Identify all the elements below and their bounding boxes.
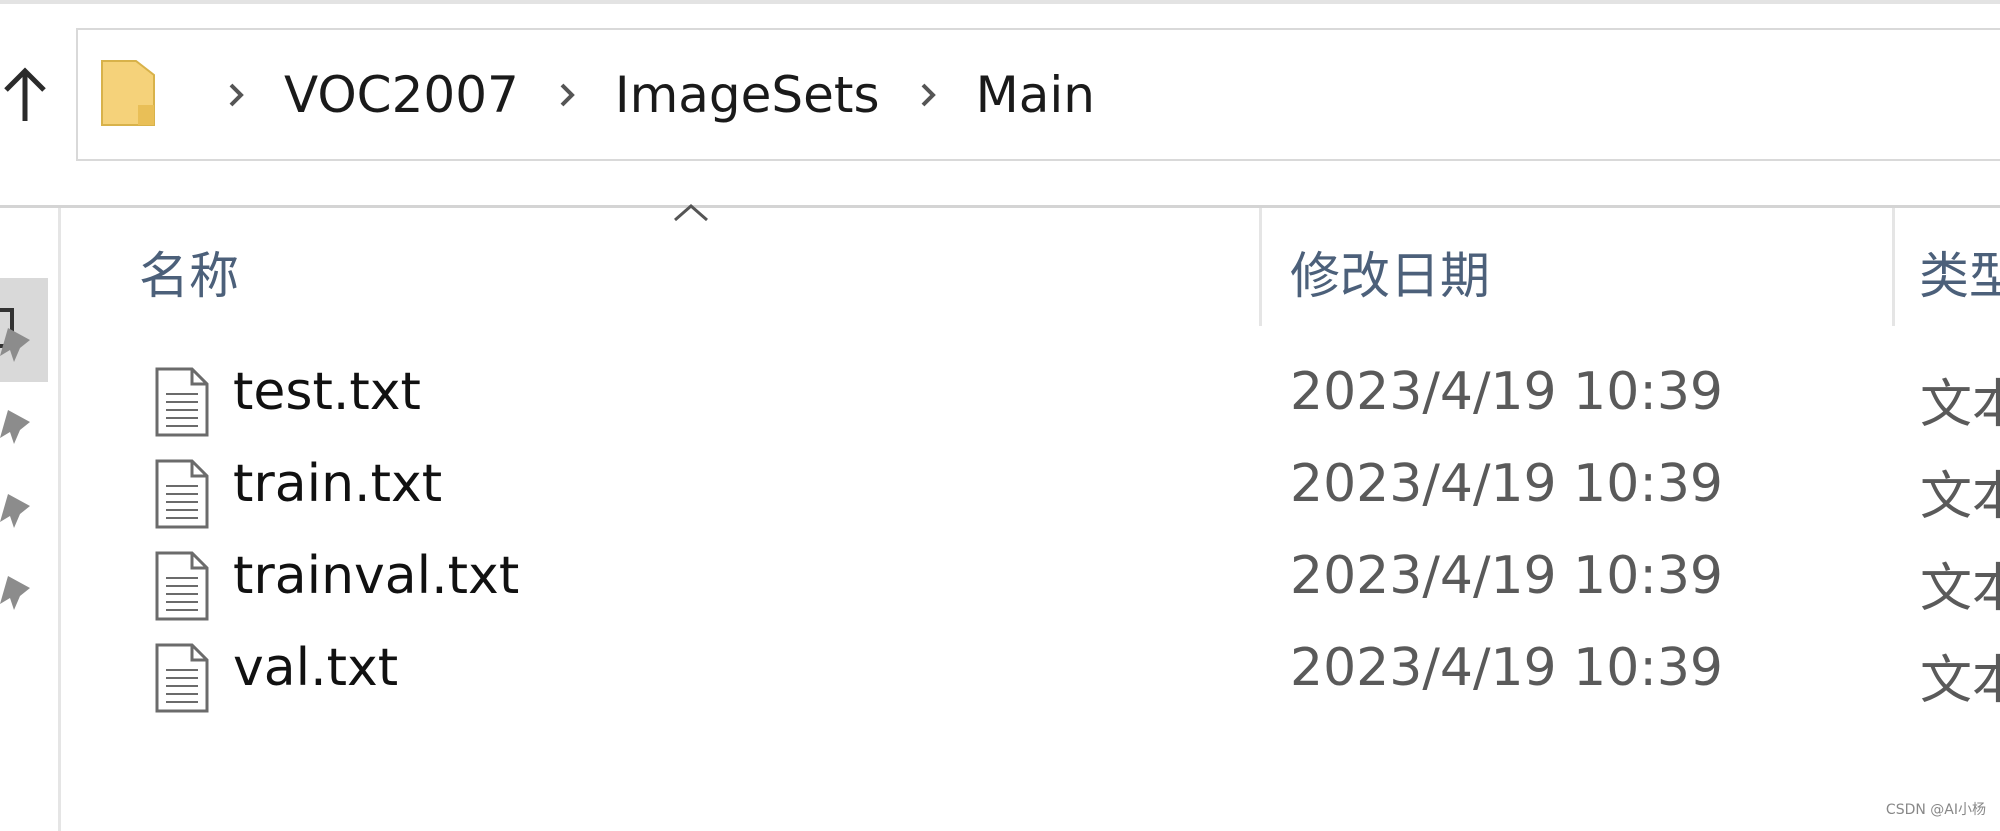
- text-file-icon: [155, 551, 209, 621]
- file-name: trainval.txt: [233, 546, 520, 606]
- column-header-date[interactable]: 修改日期: [1290, 236, 1490, 308]
- pin-icon[interactable]: [0, 408, 36, 448]
- file-name: train.txt: [233, 454, 443, 514]
- arrow-up-icon: [4, 67, 46, 121]
- text-file-icon: [155, 643, 209, 713]
- column-header-type[interactable]: 类型: [1919, 236, 2000, 308]
- file-date: 2023/4/19 10:39: [1290, 454, 1724, 514]
- file-row-val[interactable]: val.txt 2023/4/19 10:39 文本: [140, 632, 2000, 722]
- file-type: 文本: [1920, 651, 2000, 711]
- file-type: 文本: [1920, 467, 2000, 527]
- up-button[interactable]: [0, 60, 50, 130]
- window-top-edge: [0, 0, 2000, 4]
- breadcrumb-item-voc2007[interactable]: VOC2007: [284, 66, 519, 124]
- navigation-pane: [0, 208, 61, 831]
- file-name: test.txt: [233, 362, 421, 422]
- file-row-test[interactable]: test.txt 2023/4/19 10:39 文本: [140, 356, 2000, 446]
- folder-icon: [98, 57, 158, 133]
- address-bar[interactable]: VOC2007 ImageSets Main: [76, 28, 2000, 161]
- pin-icon[interactable]: [0, 574, 36, 614]
- file-type: 文本: [1920, 559, 2000, 619]
- chevron-right-icon[interactable]: [537, 80, 597, 110]
- chevron-right-icon[interactable]: [206, 80, 266, 110]
- text-file-icon: [155, 367, 209, 437]
- text-file-icon: [155, 459, 209, 529]
- chevron-right-icon[interactable]: [898, 80, 958, 110]
- file-name: val.txt: [233, 638, 399, 698]
- sort-ascending-icon: [674, 204, 708, 222]
- file-date: 2023/4/19 10:39: [1290, 546, 1724, 606]
- file-row-train[interactable]: train.txt 2023/4/19 10:39 文本: [140, 448, 2000, 538]
- navigation-bar: VOC2007 ImageSets Main: [0, 0, 2000, 208]
- pin-icon[interactable]: [0, 326, 36, 366]
- watermark: CSDN @AI小杨: [1885, 802, 1986, 818]
- column-divider[interactable]: [1259, 208, 1262, 326]
- file-type: 文本: [1920, 375, 2000, 435]
- pin-icon[interactable]: [0, 492, 36, 532]
- file-date: 2023/4/19 10:39: [1290, 638, 1724, 698]
- file-date: 2023/4/19 10:39: [1290, 362, 1724, 422]
- breadcrumb-item-main[interactable]: Main: [976, 66, 1095, 124]
- column-header-row: 名称 修改日期 类型: [61, 204, 2000, 328]
- breadcrumb-item-imagesets[interactable]: ImageSets: [615, 66, 880, 124]
- file-row-trainval[interactable]: trainval.txt 2023/4/19 10:39 文本: [140, 540, 2000, 630]
- column-divider[interactable]: [1892, 208, 1895, 326]
- column-header-name[interactable]: 名称: [139, 236, 239, 308]
